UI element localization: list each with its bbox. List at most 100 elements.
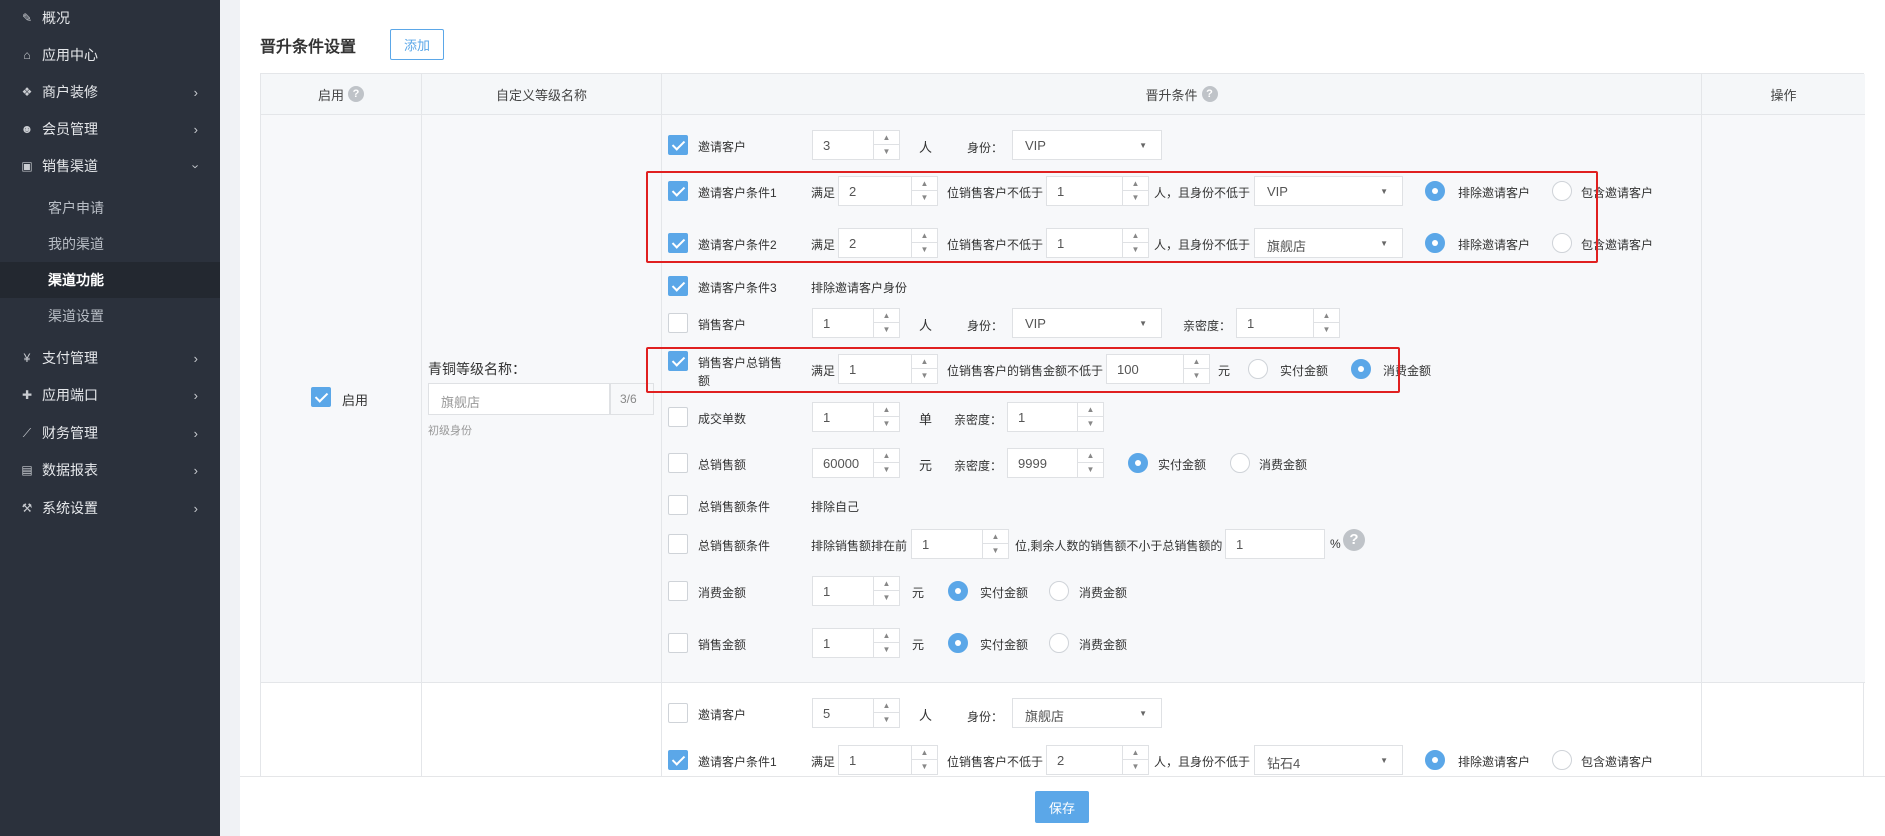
chart-line-icon: ⟋ — [22, 425, 32, 440]
row2-invite1-count-stepper[interactable]: 1 ▲ ▼ — [838, 745, 938, 775]
chevron-up-icon[interactable]: ▲ — [1078, 403, 1103, 417]
sidebar-item-app-center[interactable]: ⌂ 应用中心 — [0, 37, 220, 73]
chevron-down-icon[interactable]: ▼ — [874, 145, 899, 159]
help-icon[interactable]: ? — [1343, 529, 1365, 551]
paid-amount-radio[interactable] — [948, 581, 968, 601]
chevron-up-icon[interactable]: ▲ — [983, 530, 1008, 544]
row2-cond-invite-checkbox[interactable] — [668, 703, 688, 723]
chevron-up-icon[interactable]: ▲ — [874, 449, 899, 463]
consume-amount-radio[interactable] — [1049, 581, 1069, 601]
paid-amount-radio[interactable] — [948, 633, 968, 653]
sidebar-item-sales-channel[interactable]: ▣ 销售渠道 › — [0, 148, 220, 184]
deal-affinity-stepper[interactable]: 1 ▲ ▼ — [1007, 402, 1104, 432]
level-name-input[interactable]: 旗舰店 — [428, 383, 610, 415]
sidebar-item-app-port[interactable]: ✚ 应用端口 › — [0, 377, 220, 413]
sidebar-item-overview[interactable]: ✎ 概况 — [0, 0, 220, 36]
row2-invite1-identity-select[interactable]: 钻石4 ▼ — [1254, 745, 1403, 775]
cond-consume-amount-checkbox[interactable] — [668, 581, 688, 601]
deal-count-stepper[interactable]: 1 ▲ ▼ — [812, 402, 900, 432]
sidebar-item-finance[interactable]: ⟋ 财务管理 › — [0, 415, 220, 451]
sales-customer-stepper[interactable]: 1 ▲ ▼ — [812, 308, 900, 338]
sidebar-item-label: 财务管理 — [42, 425, 98, 441]
enable-checkbox[interactable] — [311, 387, 331, 407]
consume-amount-radio[interactable] — [1230, 453, 1250, 473]
cond-total-sales-checkbox[interactable] — [668, 453, 688, 473]
affinity-stepper[interactable]: 1 ▲ ▼ — [1236, 308, 1340, 338]
row2-invite-stepper[interactable]: 5 ▲ ▼ — [812, 698, 900, 728]
chevron-up-icon[interactable]: ▲ — [912, 746, 937, 760]
add-button[interactable]: 添加 — [390, 29, 444, 60]
sidebar-item-system-settings[interactable]: ⚒ 系统设置 › — [0, 490, 220, 526]
chevron-up-icon[interactable]: ▲ — [874, 131, 899, 145]
highlight-box — [646, 347, 1400, 393]
help-icon[interactable]: ? — [1201, 86, 1218, 102]
cond-sales-customer-checkbox[interactable] — [668, 313, 688, 333]
cond-total-sales-cond2-checkbox[interactable] — [668, 534, 688, 554]
stepper-value: 1 — [922, 537, 930, 552]
chevron-right-icon: › — [193, 84, 198, 100]
chevron-up-icon[interactable]: ▲ — [1123, 746, 1148, 760]
puzzle-icon: ✚ — [21, 388, 33, 402]
help-icon[interactable]: ? — [348, 86, 364, 102]
identity-select[interactable]: VIP ▼ — [1012, 130, 1162, 160]
sidebar-item-member-mgmt[interactable]: ☻ 会员管理 › — [0, 111, 220, 147]
chevron-up-icon[interactable]: ▲ — [874, 403, 899, 417]
sidebar-subitem-channel-function[interactable]: 渠道功能 — [0, 262, 220, 298]
sidebar-subitem-channel-settings[interactable]: 渠道设置 — [0, 298, 220, 334]
chevron-down-icon[interactable]: ▼ — [874, 591, 899, 605]
cond-sales-amount-checkbox[interactable] — [668, 633, 688, 653]
total-sales-stepper[interactable]: 60000 ▲ ▼ — [812, 448, 900, 478]
cond-invite-3-label: 邀请客户条件3 — [698, 281, 777, 295]
sidebar-subitem-my-channel[interactable]: 我的渠道 — [0, 226, 220, 262]
cond-invite-3-checkbox[interactable] — [668, 276, 688, 296]
cond-total-sales-cond-checkbox[interactable] — [668, 495, 688, 515]
chevron-down-icon[interactable]: ▼ — [1078, 463, 1103, 477]
consume-amount-radio[interactable] — [1049, 633, 1069, 653]
cond-deal-count-checkbox[interactable] — [668, 407, 688, 427]
chevron-down-icon[interactable]: ▼ — [983, 544, 1008, 558]
chevron-down-icon[interactable]: ▼ — [874, 463, 899, 477]
sidebar-item-payment[interactable]: ¥ 支付管理 › — [0, 340, 220, 376]
save-button[interactable]: 保存 — [1035, 791, 1089, 823]
row2-identity-select[interactable]: 旗舰店 ▼ — [1012, 698, 1162, 728]
sidebar-subitem-label: 客户申请 — [48, 200, 104, 216]
total-affinity-stepper[interactable]: 9999 ▲ ▼ — [1007, 448, 1104, 478]
sidebar-item-reports[interactable]: ▤ 数据报表 › — [0, 452, 220, 488]
chevron-down-icon[interactable]: ▼ — [1314, 323, 1339, 337]
chevron-down-icon[interactable]: ▼ — [874, 417, 899, 431]
row2-invite1-min-stepper[interactable]: 2 ▲ ▼ — [1046, 745, 1149, 775]
radio-label: 实付金额 — [980, 638, 1029, 652]
rank-exclude-stepper[interactable]: 1 ▲ ▼ — [911, 529, 1009, 559]
chevron-down-icon[interactable]: ▼ — [874, 643, 899, 657]
chevron-down-icon[interactable]: ▼ — [1078, 417, 1103, 431]
chevron-up-icon[interactable]: ▲ — [874, 699, 899, 713]
chevron-down-icon[interactable]: ▼ — [912, 760, 937, 774]
percent-input[interactable]: 1 — [1225, 529, 1325, 559]
consume-amount-stepper[interactable]: 1 ▲ ▼ — [812, 576, 900, 606]
cond-total-sales-cond2-label: 总销售额条件 — [698, 539, 771, 553]
sales-amount-stepper-2[interactable]: 1 ▲ ▼ — [812, 628, 900, 658]
select-value: VIP — [1025, 138, 1046, 153]
chevron-up-icon[interactable]: ▲ — [874, 577, 899, 591]
sales-identity-select[interactable]: VIP ▼ — [1012, 308, 1162, 338]
unit-label: 人 — [919, 708, 933, 723]
section-title: 晋升条件设置 — [260, 39, 357, 56]
sidebar-subitem-customer-apply[interactable]: 客户申请 — [0, 190, 220, 226]
chevron-up-icon[interactable]: ▲ — [1078, 449, 1103, 463]
stepper-value: 1 — [1247, 316, 1255, 331]
header-enable: 启用? — [261, 74, 421, 114]
chevron-up-icon[interactable]: ▲ — [874, 309, 899, 323]
chevron-up-icon[interactable]: ▲ — [1314, 309, 1339, 323]
chevron-up-icon[interactable]: ▲ — [874, 629, 899, 643]
chevron-down-icon[interactable]: ▼ — [874, 323, 899, 337]
cond-invite-checkbox[interactable] — [668, 135, 688, 155]
exclude-invite-radio[interactable] — [1425, 750, 1445, 770]
sidebar-item-merchant-decor[interactable]: ❖ 商户装修 › — [0, 74, 220, 110]
paid-amount-radio[interactable] — [1128, 453, 1148, 473]
chevron-down-icon[interactable]: ▼ — [874, 713, 899, 727]
row2-cond-invite-1-checkbox[interactable] — [668, 750, 688, 770]
stepper-value: 1 — [823, 584, 831, 599]
invite-count-stepper[interactable]: 3 ▲ ▼ — [812, 130, 900, 160]
chevron-down-icon[interactable]: ▼ — [1123, 760, 1148, 774]
include-invite-radio[interactable] — [1552, 750, 1572, 770]
